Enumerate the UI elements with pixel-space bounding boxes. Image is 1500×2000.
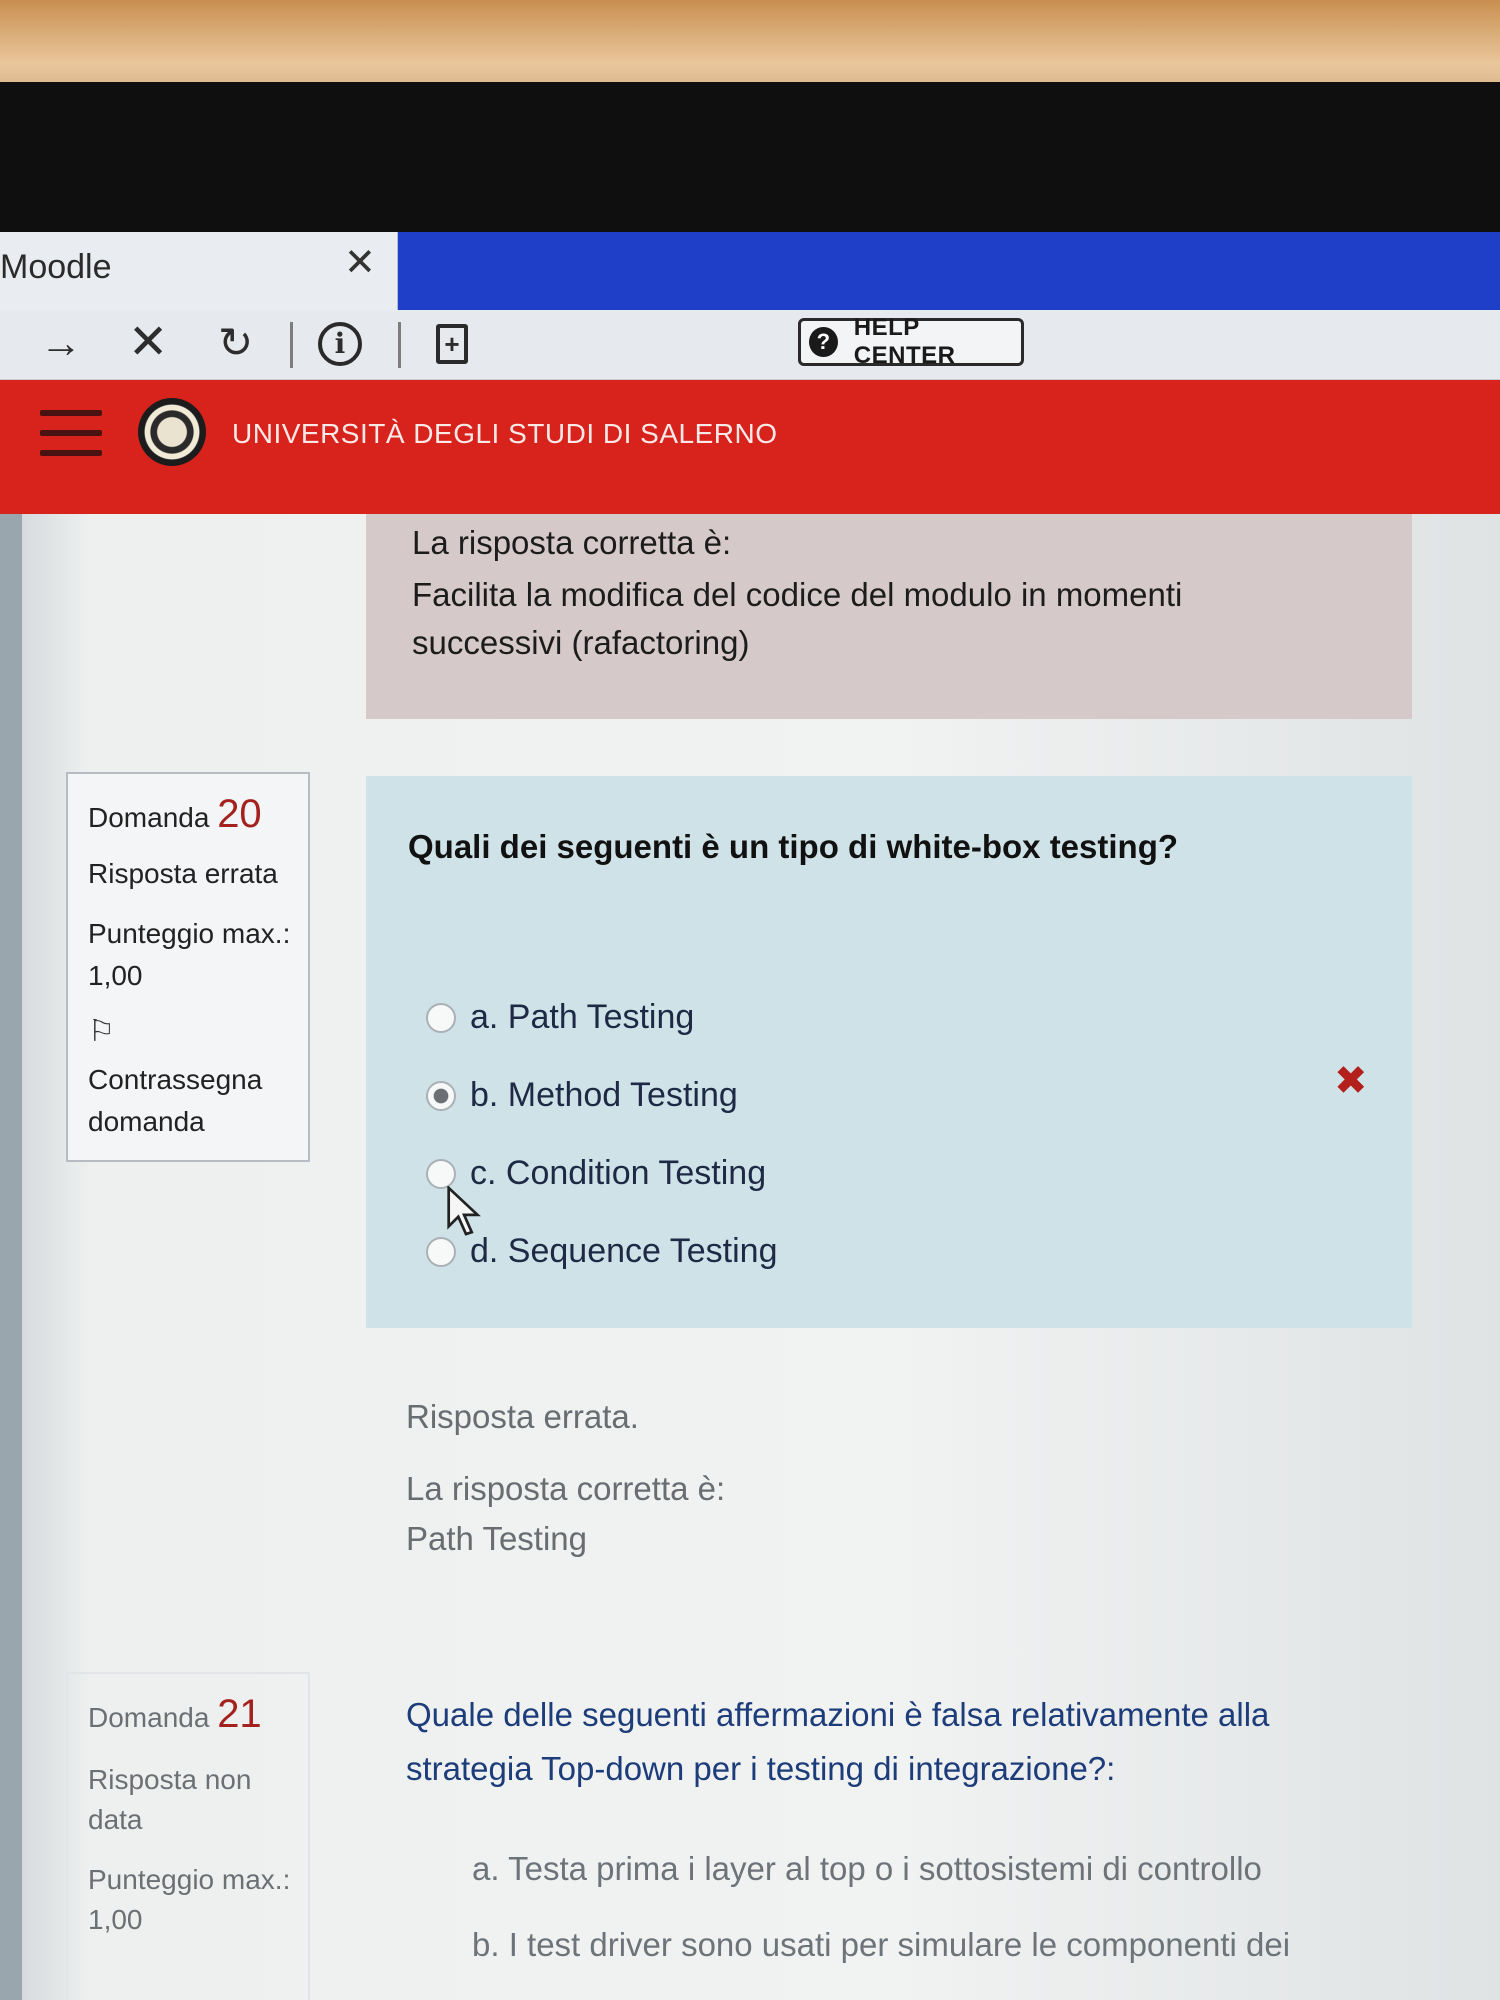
question-text: Quali dei seguenti è un tipo di white-bo…: [408, 828, 1179, 865]
correct-answer-text: successivi (rafactoring): [412, 624, 750, 661]
help-center-label: HELP CENTER: [853, 314, 956, 369]
page-left-edge: [0, 514, 22, 2000]
points-label: Punteggio max.:: [88, 918, 291, 949]
university-logo: [138, 398, 206, 466]
radio-button[interactable]: [426, 1236, 456, 1267]
help-center-button[interactable]: ? HELP CENTER: [798, 314, 1024, 369]
stop-icon[interactable]: ✕: [128, 318, 168, 368]
menu-icon[interactable]: [40, 410, 102, 464]
points-value: 1,00: [88, 1904, 143, 1935]
question-number-value: 20: [217, 792, 262, 836]
option-d[interactable]: d. Sequence Testing: [426, 1232, 778, 1271]
toolbar-separator: [398, 322, 401, 368]
radio-button[interactable]: [426, 1002, 456, 1033]
option-label: b. Method Testing: [470, 1076, 738, 1114]
previous-question-feedback: La risposta corretta è: Facilita la modi…: [366, 514, 1412, 719]
browser-toolbar: → ✕ ↻ i + ? HELP CENTER: [0, 310, 1500, 380]
question-label: Domanda: [88, 802, 210, 833]
question-text: strategia Top-down per i testing di inte…: [406, 1750, 1116, 1787]
correct-answer-text: Facilita la modifica del codice del modu…: [412, 576, 1183, 613]
points-value: 1,00: [88, 960, 143, 991]
question-info-21: Domanda 21 Risposta non data Punteggio m…: [66, 1672, 310, 2000]
question-info-20: Domanda 20 Risposta errata Punteggio max…: [66, 772, 310, 1162]
tab-strip: Moodle ✕: [0, 232, 1500, 310]
correct-answer-text: Path Testing: [406, 1520, 588, 1557]
mouse-cursor-icon: [447, 1186, 481, 1236]
page-icon[interactable]: +: [436, 324, 468, 364]
site-header: UNIVERSITÀ DEGLI STUDI DI SALERNO: [0, 380, 1500, 514]
question-number-value: 21: [217, 1692, 262, 1736]
option-label: c. Condition Testing: [470, 1154, 767, 1192]
points-label: Punteggio max.:: [88, 1864, 291, 1895]
reload-icon[interactable]: ↻: [218, 318, 253, 368]
wall-background: [0, 0, 1500, 92]
question-text: Quale delle seguenti affermazioni è fals…: [406, 1696, 1270, 1733]
tab-close-icon[interactable]: ✕: [344, 240, 376, 285]
radio-button-selected[interactable]: [426, 1080, 456, 1111]
info-icon[interactable]: i: [318, 322, 362, 366]
option-b[interactable]: b. I test driver sono usati per simulare…: [472, 1926, 1290, 1964]
question-status: Risposta non: [88, 1764, 252, 1795]
question-label: Domanda: [88, 1702, 210, 1733]
correct-answer-prefix: La risposta corretta è:: [412, 524, 732, 561]
question-panel-20: Quali dei seguenti è un tipo di white-bo…: [366, 776, 1412, 1328]
radio-button[interactable]: [426, 1158, 456, 1189]
option-a[interactable]: a. Testa prima i layer al top o i sottos…: [472, 1850, 1262, 1888]
flag-question-link[interactable]: Contrassegna: [88, 1064, 262, 1096]
flag-question-link[interactable]: domanda: [88, 1106, 205, 1138]
question-status: data: [88, 1804, 143, 1835]
quiz-review-content: La risposta corretta è: Facilita la modi…: [0, 514, 1500, 2000]
correct-answer-prefix: La risposta corretta è:: [406, 1470, 726, 1507]
question-number: Domanda 21: [88, 1692, 262, 1737]
option-label: a. Path Testing: [470, 998, 695, 1036]
monitor-bezel: [0, 82, 1500, 242]
option-b[interactable]: b. Method Testing: [426, 1076, 738, 1115]
flag-icon[interactable]: ⚐: [88, 1014, 115, 1049]
university-name: UNIVERSITÀ DEGLI STUDI DI SALERNO: [232, 418, 778, 449]
question-icon: ?: [809, 327, 838, 357]
toolbar-separator: [290, 322, 293, 368]
question-status: Risposta errata: [88, 858, 278, 889]
feedback-status: Risposta errata.: [406, 1398, 639, 1435]
option-label: d. Sequence Testing: [470, 1232, 778, 1270]
tab-title: Moodle: [0, 248, 112, 286]
option-a[interactable]: a. Path Testing: [426, 998, 694, 1037]
incorrect-icon: ✖: [1334, 1059, 1368, 1103]
tab-moodle[interactable]: Moodle ✕: [0, 232, 398, 310]
question-number: Domanda 20: [88, 792, 262, 837]
forward-icon[interactable]: →: [40, 318, 82, 368]
